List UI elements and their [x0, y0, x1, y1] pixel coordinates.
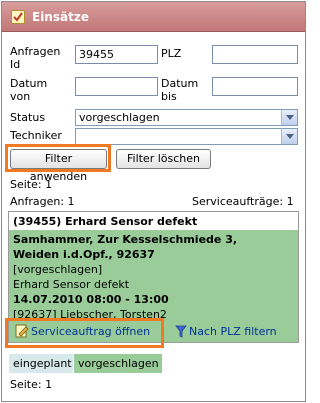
serviceauftraege-count: Serviceaufträge: 1: [192, 195, 294, 208]
plz-input[interactable]: [212, 45, 298, 64]
card-address-line2: Weiden i.d.Opf., 92637: [13, 248, 155, 261]
einsaetze-panel: Einsätze Anfragen Id 39455 PLZ Datum von…: [1, 1, 306, 402]
chevron-down-icon[interactable]: [281, 129, 297, 144]
checklist-icon: [11, 10, 25, 24]
status-select[interactable]: vorgeschlagen: [75, 109, 298, 126]
anfragen-id-label: Anfragen Id: [10, 45, 61, 71]
anfragen-count: Anfragen: 1: [10, 195, 75, 208]
open-action-highlight: [5, 318, 164, 348]
filter-by-plz-link[interactable]: Nach PLZ filtern: [189, 325, 277, 338]
tab-vorgeschlagen[interactable]: vorgeschlagen: [74, 354, 162, 373]
anfragen-id-input[interactable]: 39455: [75, 45, 158, 64]
card-datetime: 14.07.2010 08:00 - 13:00: [13, 293, 169, 306]
datum-von-input[interactable]: [75, 77, 158, 96]
page-indicator-top: Seite: 1: [10, 178, 53, 191]
datum-von-label: Datum von: [10, 77, 48, 103]
clear-filter-button[interactable]: Filter löschen: [116, 149, 211, 169]
card-description: Erhard Sensor defekt: [13, 278, 130, 291]
status-label: Status: [10, 111, 46, 124]
page-indicator-bottom: Seite: 1: [10, 378, 53, 391]
title-bar: Einsätze: [2, 2, 305, 32]
status-select-value: vorgeschlagen: [79, 111, 160, 124]
techniker-label: Techniker: [10, 129, 62, 142]
card-address-line1: Samhammer, Zur Kesselschmiede 3,: [13, 233, 238, 246]
apply-filter-button[interactable]: Filter anwenden: [10, 149, 107, 183]
tab-eingeplant[interactable]: eingeplant: [9, 354, 73, 373]
card-status: [vorgeschlagen]: [13, 263, 103, 276]
plz-label: PLZ: [161, 47, 182, 60]
techniker-select[interactable]: [75, 128, 298, 145]
card-header: (39455) Erhard Sensor defekt: [13, 215, 198, 228]
datum-bis-label: Datum bis: [161, 77, 199, 103]
window-title: Einsätze: [32, 10, 89, 24]
datum-bis-input[interactable]: [212, 77, 298, 96]
chevron-down-icon[interactable]: [281, 110, 297, 125]
card-body: Samhammer, Zur Kesselschmiede 3, Weiden …: [9, 230, 298, 322]
funnel-icon: [175, 325, 187, 338]
